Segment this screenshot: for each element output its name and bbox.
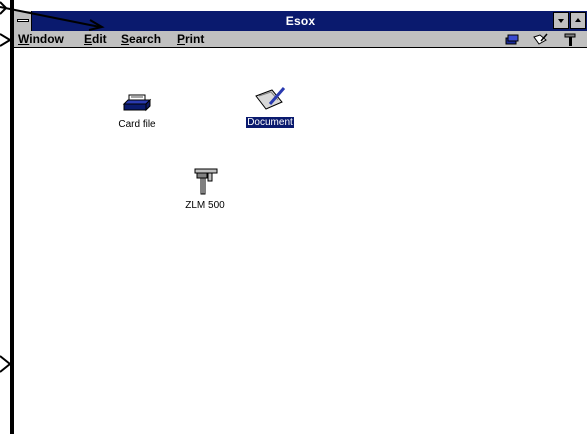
card-file-icon bbox=[122, 94, 152, 112]
maximize-button[interactable] bbox=[570, 12, 586, 29]
document-item[interactable]: Document bbox=[242, 84, 298, 128]
menu-search[interactable]: Search bbox=[121, 32, 161, 46]
zlm500-item[interactable]: ZLM 500 bbox=[182, 165, 228, 211]
caliper-icon bbox=[194, 168, 218, 195]
cards-icon[interactable] bbox=[504, 32, 520, 47]
card-file-item[interactable]: Card file bbox=[102, 90, 172, 130]
annotation-arrow-bottom bbox=[0, 355, 11, 373]
annotation-arrow-menu bbox=[0, 33, 11, 47]
minimize-button[interactable] bbox=[553, 12, 569, 29]
menu-print[interactable]: Print bbox=[177, 32, 204, 46]
edit-icon[interactable] bbox=[532, 32, 548, 47]
document-icon bbox=[255, 87, 286, 110]
document-label: Document bbox=[246, 117, 294, 128]
zlm500-label: ZLM 500 bbox=[185, 200, 225, 211]
app-window: Esox Window Edit Search Print Card file … bbox=[14, 0, 587, 434]
maximize-icon bbox=[575, 18, 581, 22]
card-file-label: Card file bbox=[118, 119, 156, 130]
tools-icon[interactable] bbox=[562, 32, 578, 47]
minimize-icon bbox=[558, 19, 564, 23]
